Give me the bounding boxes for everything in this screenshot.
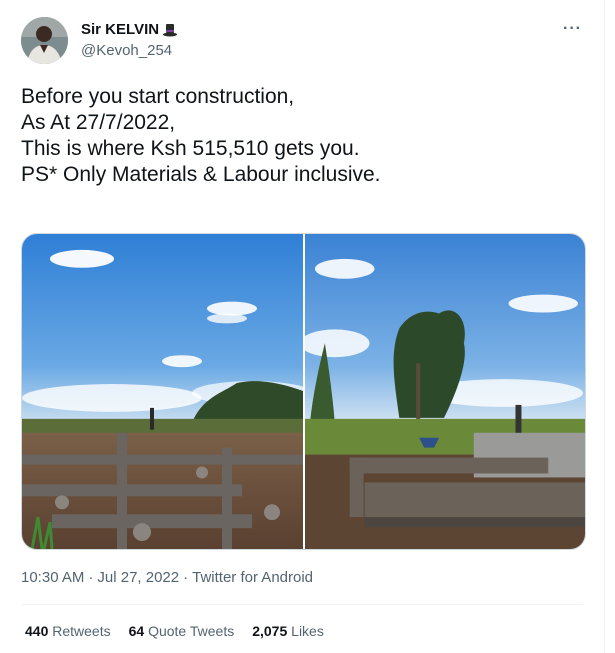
construction-photo-left[interactable] bbox=[22, 234, 303, 549]
user-handle[interactable]: @Kevoh_254 bbox=[81, 42, 172, 59]
divider bbox=[21, 604, 583, 605]
tweet-line: As At 27/7/2022, bbox=[21, 111, 176, 134]
likes-label: Likes bbox=[291, 623, 324, 639]
tweet-source: Twitter for Android bbox=[192, 569, 314, 586]
likes-stat[interactable]: 2,075 Likes bbox=[252, 623, 324, 639]
retweets-stat[interactable]: 440 Retweets bbox=[25, 623, 111, 639]
tweet-container: Sir KELVIN @Kevoh_254 ··· Before you sta… bbox=[0, 0, 605, 653]
display-name[interactable]: Sir KELVIN bbox=[81, 21, 159, 38]
retweets-label: Retweets bbox=[52, 623, 111, 639]
meta-separator: · bbox=[88, 569, 94, 586]
quote-tweets-stat[interactable]: 64 Quote Tweets bbox=[129, 623, 235, 639]
tweet-date-link[interactable]: Jul 27, 2022 bbox=[97, 569, 179, 586]
display-name-row[interactable]: Sir KELVIN bbox=[81, 21, 178, 38]
tweet-text: Before you start construction, As At 27/… bbox=[21, 84, 581, 188]
construction-photo-right[interactable] bbox=[305, 234, 585, 549]
tweet-line: This is where Ksh 515,510 gets you. bbox=[21, 137, 360, 160]
likes-count: 2,075 bbox=[252, 623, 288, 639]
retweets-count: 440 bbox=[25, 623, 49, 639]
tweet-meta: 10:30 AM · Jul 27, 2022 · Twitter for An… bbox=[21, 569, 313, 586]
tweet-line: PS* Only Materials & Labour inclusive. bbox=[21, 163, 381, 186]
meta-separator: · bbox=[183, 569, 189, 586]
tweet-media bbox=[21, 233, 586, 550]
more-options-button[interactable]: ··· bbox=[563, 20, 582, 38]
avatar[interactable] bbox=[21, 17, 68, 64]
quote-tweets-count: 64 bbox=[128, 623, 145, 639]
quote-tweets-label: Quote Tweets bbox=[148, 623, 235, 639]
tweet-stats: 440 Retweets 64 Quote Tweets 2,075 Likes bbox=[25, 623, 324, 639]
tweet-line: Before you start construction, bbox=[21, 85, 295, 108]
top-hat-icon bbox=[162, 22, 178, 38]
tweet-time-link[interactable]: 10:30 AM bbox=[21, 569, 84, 586]
